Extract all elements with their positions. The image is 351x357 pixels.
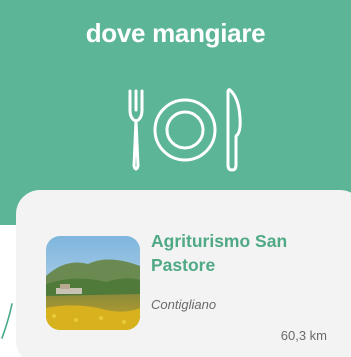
landscape-photo: [46, 236, 140, 330]
place-town: Contigliano: [151, 297, 217, 312]
decoration-stroke: [1, 303, 13, 339]
place-distance: 60,3 km: [280, 328, 327, 343]
fork-plate-knife-icon: [128, 88, 242, 172]
place-name[interactable]: Agriturismo San Pastore: [151, 229, 341, 277]
page-title: dove mangiare: [85, 18, 266, 48]
place-thumbnail[interactable]: [46, 236, 140, 330]
screen: dove mangiare Agriturismo San Pastore Co…: [0, 0, 351, 357]
